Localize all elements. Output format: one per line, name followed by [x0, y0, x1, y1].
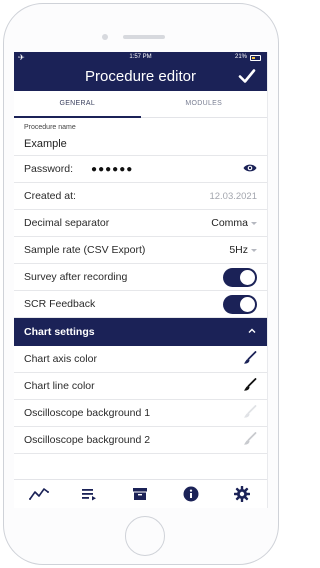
page-title: Procedure editor	[85, 68, 196, 85]
chart-axis-color-label: Chart axis color	[24, 353, 97, 365]
home-button[interactable]	[125, 516, 165, 556]
status-bar: ✈ 1:57 PM 21%	[14, 52, 267, 64]
procedure-name-field[interactable]: Procedure name Example	[14, 118, 267, 156]
procedure-name-label: Procedure name	[24, 124, 76, 131]
chart-line-color-row[interactable]: Chart line color	[14, 373, 267, 400]
eye-icon[interactable]	[243, 163, 257, 176]
survey-toggle[interactable]	[223, 267, 257, 287]
status-time: 1:57 PM	[129, 54, 152, 60]
scr-feedback-label: SCR Feedback	[24, 298, 96, 310]
tab-bar: GENERAL MODULES	[14, 91, 267, 118]
chart-settings-label: Chart settings	[24, 326, 95, 338]
procedure-name-input[interactable]: Example	[24, 138, 257, 150]
brush-icon[interactable]	[243, 377, 257, 395]
playlist-icon[interactable]	[78, 484, 102, 504]
password-label: Password:	[24, 163, 74, 175]
sample-rate-label: Sample rate (CSV Export)	[24, 244, 146, 256]
info-icon[interactable]	[179, 484, 203, 504]
brush-icon[interactable]	[243, 404, 257, 422]
chevron-down-icon	[251, 221, 257, 225]
scr-feedback-row: SCR Feedback	[14, 291, 267, 318]
decimal-separator-row[interactable]: Decimal separator Comma	[14, 210, 267, 237]
decimal-separator-value: Comma	[211, 217, 248, 229]
chart-axis-color-row[interactable]: Chart axis color	[14, 346, 267, 373]
password-input[interactable]: ●●●●●●	[91, 164, 133, 175]
brush-icon[interactable]	[243, 350, 257, 368]
brush-icon[interactable]	[243, 431, 257, 449]
speaker-grille	[123, 35, 165, 39]
chart-line-icon[interactable]	[27, 484, 51, 504]
sample-rate-select[interactable]: 5Hz	[229, 244, 257, 256]
osc-bg2-label: Oscilloscope background 2	[24, 434, 151, 446]
battery-icon	[250, 55, 261, 61]
chevron-down-icon	[251, 248, 257, 252]
app-screen: ✈ 1:57 PM 21% Procedure editor GENERAL M…	[14, 52, 268, 508]
created-label: Created at:	[24, 190, 76, 202]
tab-modules[interactable]: MODULES	[141, 91, 268, 117]
tab-general[interactable]: GENERAL	[14, 91, 141, 117]
osc-bg1-label: Oscilloscope background 1	[24, 407, 151, 419]
chevron-up-icon[interactable]	[247, 326, 257, 338]
survey-label: Survey after recording	[24, 271, 128, 283]
sample-rate-row[interactable]: Sample rate (CSV Export) 5Hz	[14, 237, 267, 264]
battery-percent: 21%	[234, 54, 247, 60]
chart-settings-header[interactable]: Chart settings	[14, 318, 267, 346]
gear-icon[interactable]	[230, 484, 254, 504]
camera-dot	[102, 34, 108, 40]
osc-bg1-row[interactable]: Oscilloscope background 1	[14, 400, 267, 427]
survey-row: Survey after recording	[14, 264, 267, 291]
created-value: 12.03.2021	[209, 190, 257, 202]
decimal-separator-select[interactable]: Comma	[211, 217, 257, 229]
osc-bg2-row[interactable]: Oscilloscope background 2	[14, 427, 267, 454]
created-row: Created at: 12.03.2021	[14, 183, 267, 210]
scr-feedback-toggle[interactable]	[223, 294, 257, 314]
chart-line-color-label: Chart line color	[24, 380, 95, 392]
decimal-separator-label: Decimal separator	[24, 217, 110, 229]
title-bar: Procedure editor	[14, 64, 267, 91]
tab-indicator	[14, 116, 141, 118]
check-icon[interactable]	[237, 66, 257, 91]
bottom-nav	[14, 479, 267, 508]
password-row[interactable]: Password: ●●●●●●	[14, 156, 267, 183]
sample-rate-value: 5Hz	[229, 244, 248, 256]
archive-icon[interactable]	[128, 484, 152, 504]
